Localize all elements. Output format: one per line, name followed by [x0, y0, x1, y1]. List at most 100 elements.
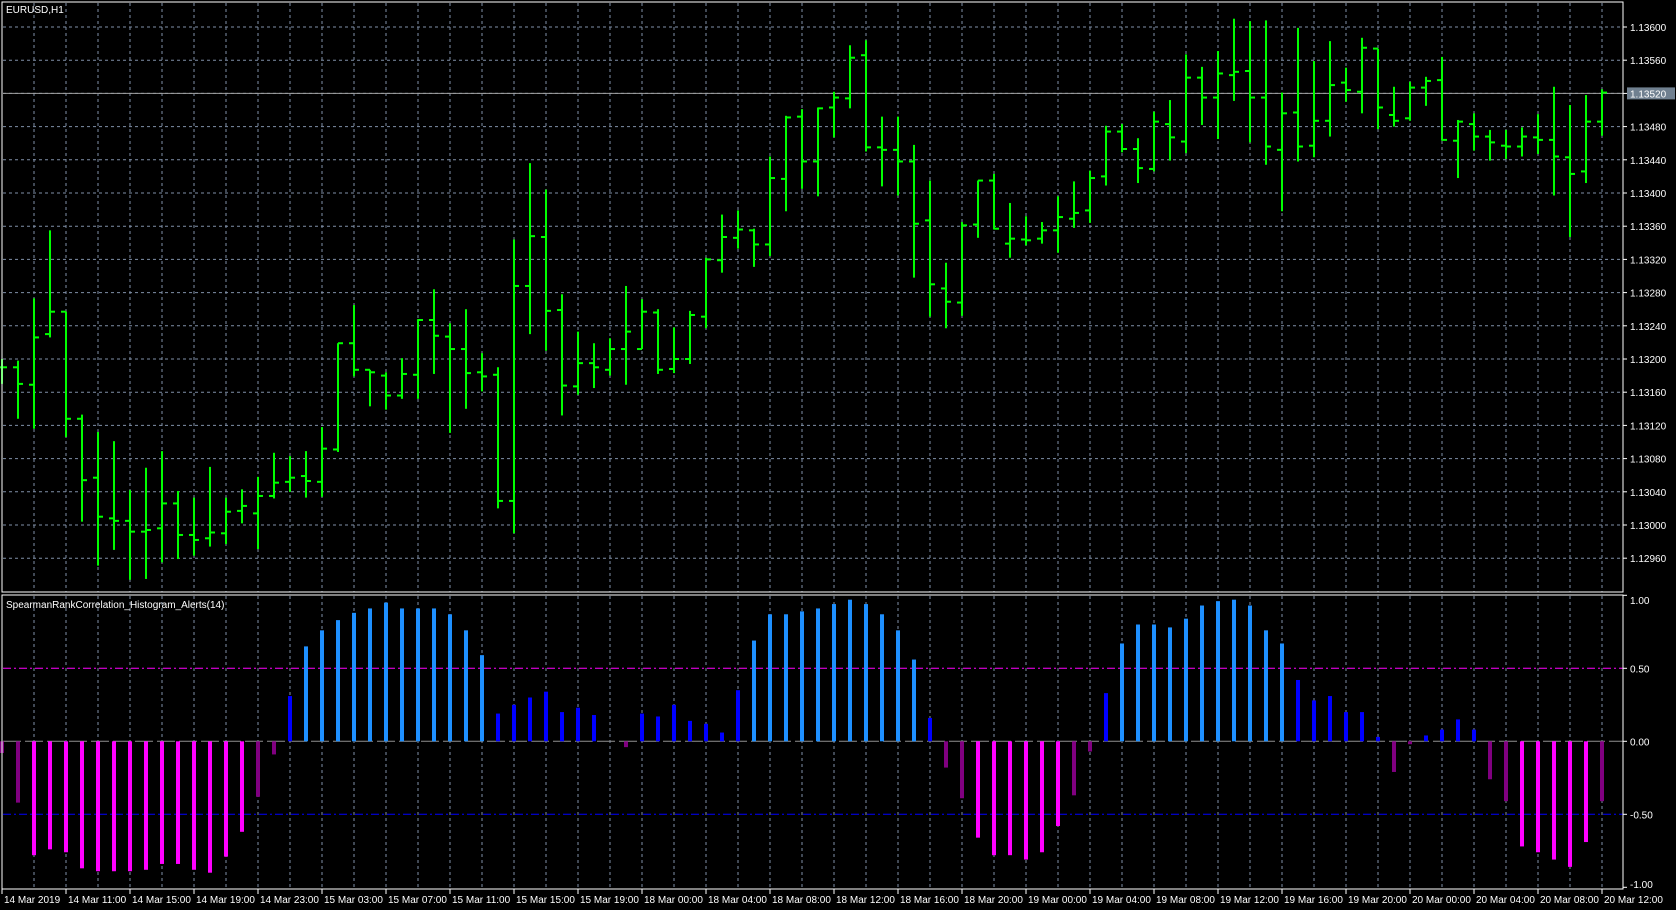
time-axis-label: 20 Mar 04:00	[1476, 895, 1535, 906]
histogram-bar	[336, 620, 340, 742]
time-axis-label: 14 Mar 11:00	[68, 895, 127, 906]
histogram-bar	[1024, 741, 1028, 860]
histogram-bar	[1600, 741, 1604, 802]
time-axis-label: 19 Mar 04:00	[1092, 895, 1151, 906]
time-axis-label: 14 Mar 15:00	[132, 895, 191, 906]
time-axis-label: 20 Mar 00:00	[1412, 895, 1471, 906]
histogram-bar	[928, 717, 932, 742]
histogram-bar	[1552, 741, 1556, 860]
price-axis-label: 1.13200	[1630, 355, 1667, 366]
histogram-bar	[448, 614, 452, 742]
histogram-bar	[256, 741, 260, 797]
histogram-bar	[1136, 624, 1140, 742]
histogram-bar	[1120, 643, 1124, 742]
histogram-bar	[80, 741, 84, 869]
histogram-bar	[128, 741, 132, 872]
histogram-bar	[192, 741, 196, 870]
histogram-bar	[96, 741, 100, 872]
histogram-bar	[144, 741, 148, 870]
histogram-bar	[1456, 719, 1460, 742]
histogram-bar	[864, 604, 868, 742]
histogram-bar	[880, 614, 884, 742]
time-axis-label: 19 Mar 08:00	[1156, 895, 1215, 906]
chart-background	[0, 0, 1676, 910]
histogram-bar	[240, 741, 244, 832]
histogram-bar	[656, 716, 660, 742]
histogram-bar	[1568, 741, 1572, 867]
histogram-bar	[752, 640, 756, 742]
histogram-bar	[1072, 741, 1076, 796]
indicator-title: SpearmanRankCorrelation_Histogram_Alerts…	[6, 600, 224, 611]
price-axis-label: 1.12960	[1630, 554, 1667, 565]
histogram-bar	[1088, 741, 1092, 752]
price-axis-label: 1.13480	[1630, 123, 1667, 134]
time-axis-label: 18 Mar 20:00	[964, 895, 1023, 906]
trading-chart[interactable]: 1.13600 1.13560 1.13480 1.13440 1.13400 1.133…	[0, 0, 1676, 910]
time-axis-label: 19 Mar 00:00	[1028, 895, 1087, 906]
time-axis-label: 14 Mar 2019	[4, 895, 61, 906]
histogram-bar	[384, 602, 388, 742]
histogram-bar	[736, 690, 740, 742]
histogram-bar	[944, 741, 948, 768]
histogram-bar	[400, 608, 404, 742]
time-axis-label: 14 Mar 19:00	[196, 895, 255, 906]
histogram-bar	[848, 599, 852, 742]
histogram-bar	[512, 704, 516, 742]
histogram-bar	[224, 741, 228, 857]
histogram-bar	[1504, 741, 1508, 802]
chart-title: EURUSD,H1	[6, 5, 64, 16]
histogram-bar	[832, 604, 836, 742]
price-axis-label: 1.13360	[1630, 222, 1667, 233]
histogram-bar	[176, 741, 180, 864]
histogram-bar	[624, 741, 628, 748]
indicator-axis-label: -1.00	[1630, 880, 1653, 891]
time-axis-label: 20 Mar 08:00	[1540, 895, 1599, 906]
histogram-bar	[496, 713, 500, 742]
price-axis-label: 1.13280	[1630, 289, 1667, 300]
histogram-bar	[912, 659, 916, 742]
price-axis-label: 1.13320	[1630, 255, 1667, 266]
time-axis-label: 15 Mar 15:00	[516, 895, 575, 906]
price-axis-label: 1.13400	[1630, 189, 1667, 200]
histogram-bar	[1040, 741, 1044, 853]
histogram-bar	[432, 608, 436, 742]
time-axis-label: 18 Mar 12:00	[836, 895, 895, 906]
histogram-bar	[304, 646, 308, 742]
histogram-bar	[816, 608, 820, 742]
histogram-bar	[1392, 741, 1396, 772]
histogram-bar	[640, 713, 644, 742]
histogram-bar	[160, 741, 164, 864]
time-axis-label: 20 Mar 12:00	[1604, 895, 1663, 906]
histogram-bar	[1344, 712, 1348, 742]
histogram-bar	[1424, 735, 1428, 742]
price-axis-label: 1.13040	[1630, 488, 1667, 499]
price-axis-label: 1.13160	[1630, 388, 1667, 399]
histogram-bar	[1328, 696, 1332, 742]
histogram-bar	[32, 741, 36, 856]
time-axis-label: 18 Mar 00:00	[644, 895, 703, 906]
histogram-bar	[592, 715, 596, 742]
histogram-bar	[1376, 736, 1380, 742]
histogram-bar	[1536, 741, 1540, 853]
histogram-bar	[1008, 741, 1012, 856]
histogram-bar	[1312, 700, 1316, 742]
histogram-bar	[576, 707, 580, 742]
histogram-bar	[1360, 712, 1364, 742]
histogram-bar	[672, 704, 676, 742]
histogram-bar	[208, 741, 212, 873]
histogram-bar	[1216, 601, 1220, 742]
histogram-bar	[64, 741, 68, 853]
histogram-bar	[464, 630, 468, 742]
histogram-bar	[1488, 741, 1492, 780]
time-axis-label: 18 Mar 16:00	[900, 895, 959, 906]
histogram-bar	[1200, 605, 1204, 742]
histogram-bar	[960, 741, 964, 799]
time-axis-label: 15 Mar 07:00	[388, 895, 447, 906]
histogram-bar	[528, 697, 532, 742]
histogram-bar	[1152, 624, 1156, 742]
time-axis-label: 18 Mar 04:00	[708, 895, 767, 906]
time-axis-label: 14 Mar 23:00	[260, 895, 319, 906]
price-axis-label: 1.13440	[1630, 156, 1667, 167]
histogram-bar	[720, 732, 724, 742]
histogram-bar	[992, 741, 996, 856]
